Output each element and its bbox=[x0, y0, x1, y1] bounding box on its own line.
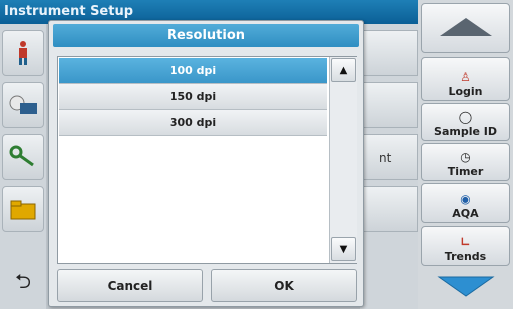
background-row bbox=[360, 186, 418, 232]
up-triangle-icon bbox=[439, 18, 492, 36]
person-icon bbox=[19, 41, 27, 65]
login-label: Login bbox=[448, 85, 483, 98]
folder-icon bbox=[10, 200, 36, 220]
ok-button[interactable]: OK bbox=[211, 269, 357, 302]
caret-down-icon: ▼ bbox=[339, 243, 348, 255]
background-row: nt bbox=[360, 134, 418, 180]
list-item[interactable]: 100 dpi bbox=[59, 58, 327, 84]
resolution-dialog: Resolution 100 dpi 150 dpi 300 dpi ▲ ▼ C… bbox=[48, 20, 364, 307]
aqa-icon: ◉ bbox=[460, 192, 471, 206]
dialog-title: Resolution bbox=[53, 24, 359, 47]
keyboard-settings-button[interactable] bbox=[2, 82, 44, 128]
key-icon bbox=[9, 145, 34, 167]
timer-label: Timer bbox=[447, 165, 484, 178]
left-icon-column: ⮌ bbox=[0, 24, 46, 309]
resolution-list: 100 dpi 150 dpi 300 dpi ▲ ▼ bbox=[57, 56, 357, 264]
scroll-down-button[interactable] bbox=[421, 268, 510, 306]
timer-icon: ◷ bbox=[460, 150, 471, 164]
down-triangle-icon bbox=[436, 276, 495, 297]
timer-button[interactable]: ◷ Timer bbox=[421, 143, 510, 181]
sample-id-button[interactable]: ◯ Sample ID bbox=[421, 103, 510, 141]
list-item[interactable]: 300 dpi bbox=[59, 110, 327, 136]
scroll-up-button[interactable] bbox=[421, 3, 510, 53]
aqa-button[interactable]: ◉ AQA bbox=[421, 183, 510, 223]
aqa-label: AQA bbox=[452, 207, 479, 220]
background-row bbox=[360, 82, 418, 128]
list-item[interactable]: 150 dpi bbox=[59, 84, 327, 110]
back-arrow-icon: ⮌ bbox=[14, 269, 32, 293]
login-button[interactable]: ♙ Login bbox=[421, 57, 510, 101]
person-icon: ♙ bbox=[460, 70, 471, 84]
folder-settings-button[interactable] bbox=[2, 186, 44, 232]
list-scroll-up-button[interactable]: ▲ bbox=[331, 58, 356, 82]
background-row-text: nt bbox=[379, 151, 392, 165]
list-scroll-down-button[interactable]: ▼ bbox=[331, 237, 356, 261]
background-row bbox=[360, 30, 418, 76]
caret-up-icon: ▲ bbox=[339, 64, 348, 76]
trends-label: Trends bbox=[444, 250, 487, 263]
list-scrollbar[interactable]: ▲ ▼ bbox=[329, 57, 357, 263]
keyboard-icon bbox=[9, 95, 37, 114]
sample-id-label: Sample ID bbox=[434, 125, 497, 138]
vial-icon: ◯ bbox=[458, 110, 473, 124]
right-sidebar: ♙ Login ◯ Sample ID ◷ Timer ◉ AQA ∟ Tren… bbox=[418, 0, 513, 309]
trends-icon: ∟ bbox=[460, 235, 471, 249]
trends-button[interactable]: ∟ Trends bbox=[421, 226, 510, 266]
screen: Instrument Setup ⮌ nt ♙ Login ◯ Sample I… bbox=[0, 0, 513, 309]
background-rows: nt bbox=[360, 24, 418, 309]
back-button[interactable]: ⮌ bbox=[2, 261, 44, 307]
cancel-button[interactable]: Cancel bbox=[57, 269, 203, 302]
key-settings-button[interactable] bbox=[2, 134, 44, 180]
person-settings-button[interactable] bbox=[2, 30, 44, 76]
